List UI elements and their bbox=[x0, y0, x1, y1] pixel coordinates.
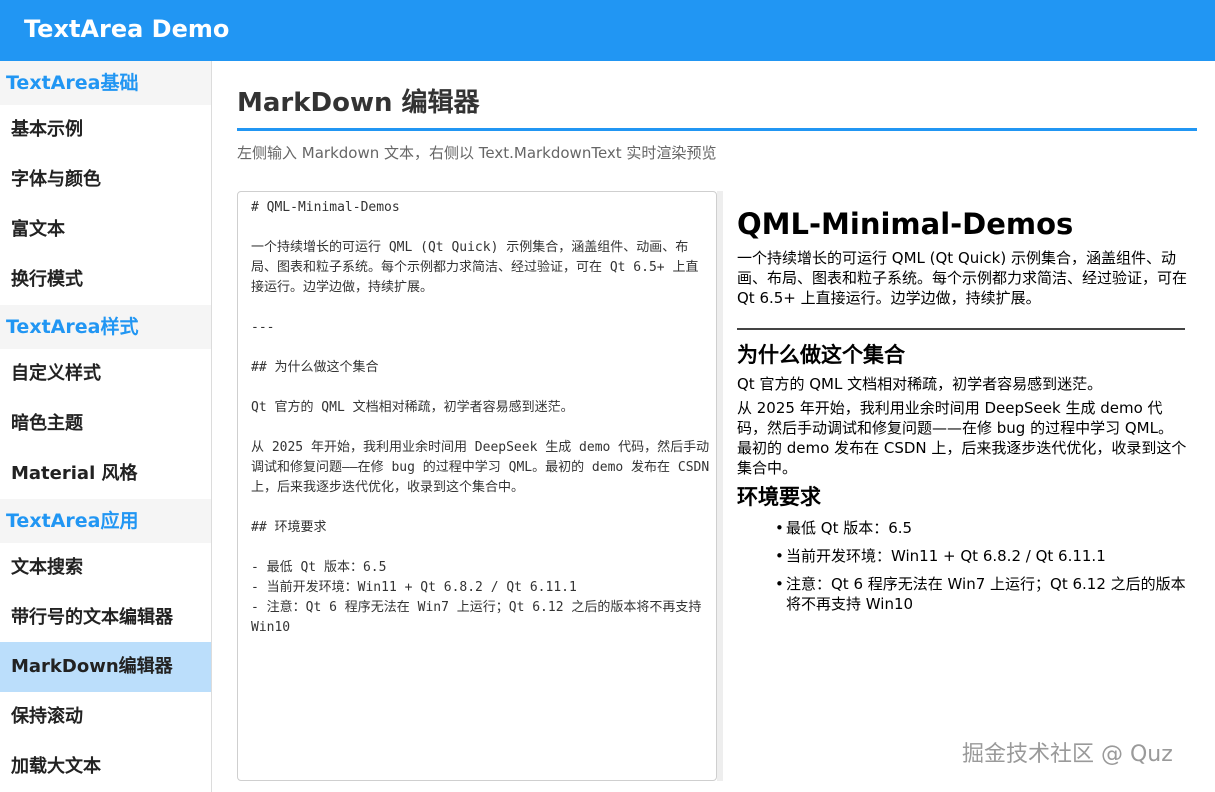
sidebar-item-wrap-mode[interactable]: 换行模式 bbox=[0, 255, 211, 305]
sidebar-item-basic-example[interactable]: 基本示例 bbox=[0, 105, 211, 155]
sidebar-item-line-number-editor[interactable]: 带行号的文本编辑器 bbox=[0, 593, 211, 643]
watermark: 掘金技术社区 @ Quz bbox=[962, 742, 1173, 767]
sidebar-item-font-color[interactable]: 字体与颜色 bbox=[0, 155, 211, 205]
page-title: MarkDown 编辑器 bbox=[237, 88, 480, 118]
preview-env-item-min-version: 最低 Qt 版本：6.5 bbox=[775, 518, 1187, 538]
markdown-editor-textarea[interactable]: # QML-Minimal-Demos 一个持续增长的可运行 QML (Qt Q… bbox=[237, 191, 717, 781]
sidebar: TextArea基础 基本示例 字体与颜色 富文本 换行模式 TextArea样… bbox=[0, 61, 212, 792]
sidebar-item-text-search[interactable]: 文本搜索 bbox=[0, 543, 211, 593]
sidebar-item-markdown-editor[interactable]: MarkDown编辑器 bbox=[0, 642, 211, 692]
preview-env-list: 最低 Qt 版本：6.5 当前开发环境：Win11 + Qt 6.8.2 / Q… bbox=[737, 518, 1187, 614]
sidebar-item-rich-text[interactable]: 富文本 bbox=[0, 205, 211, 255]
sidebar-section-applications: TextArea应用 bbox=[0, 499, 211, 543]
preview-why-paragraph-2: 从 2025 年开始，我利用业余时间用 DeepSeek 生成 demo 代码，… bbox=[737, 399, 1187, 477]
sidebar-item-material-style[interactable]: Material 风格 bbox=[0, 449, 211, 499]
app-title: TextArea Demo bbox=[24, 15, 230, 43]
split-handle[interactable] bbox=[717, 191, 723, 781]
preview-heading-why: 为什么做这个集合 bbox=[737, 343, 905, 367]
app-window: TextArea Demo TextArea基础 基本示例 字体与颜色 富文本 … bbox=[0, 0, 1215, 792]
page-subtitle: 左侧输入 Markdown 文本，右侧以 Text.MarkdownText 实… bbox=[237, 144, 717, 162]
markdown-preview: QML-Minimal-Demos 一个持续增长的可运行 QML (Qt Qui… bbox=[737, 200, 1187, 622]
sidebar-item-dark-theme[interactable]: 暗色主题 bbox=[0, 399, 211, 449]
preview-heading-1: QML-Minimal-Demos bbox=[737, 207, 1074, 241]
preview-intro-paragraph: 一个持续增长的可运行 QML (Qt Quick) 示例集合，涵盖组件、动画、布… bbox=[737, 249, 1188, 307]
preview-heading-env: 环境要求 bbox=[737, 485, 821, 509]
markdown-source-text[interactable]: # QML-Minimal-Demos 一个持续增长的可运行 QML (Qt Q… bbox=[251, 198, 711, 638]
sidebar-section-basics: TextArea基础 bbox=[0, 61, 211, 105]
app-header: TextArea Demo bbox=[0, 0, 1215, 61]
sidebar-item-keep-scroll[interactable]: 保持滚动 bbox=[0, 692, 211, 742]
title-divider bbox=[237, 128, 1197, 131]
sidebar-item-custom-style[interactable]: 自定义样式 bbox=[0, 349, 211, 399]
preview-env-item-dev-env: 当前开发环境：Win11 + Qt 6.8.2 / Qt 6.11.1 bbox=[775, 546, 1187, 566]
preview-horizontal-rule bbox=[737, 328, 1185, 330]
preview-env-item-note: 注意：Qt 6 程序无法在 Win7 上运行；Qt 6.12 之后的版本将不再支… bbox=[775, 574, 1187, 614]
sidebar-section-styles: TextArea样式 bbox=[0, 305, 211, 349]
sidebar-item-load-large-text[interactable]: 加载大文本 bbox=[0, 742, 211, 792]
preview-why-paragraph-1: Qt 官方的 QML 文档相对稀疏，初学者容易感到迷茫。 bbox=[737, 375, 1103, 393]
